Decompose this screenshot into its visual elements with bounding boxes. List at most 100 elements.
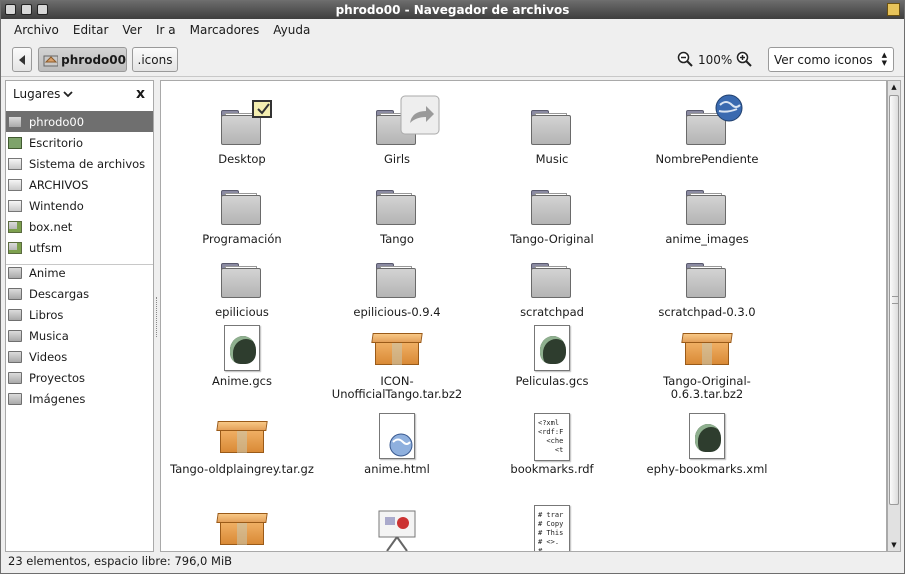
bookmark-item[interactable]: Descargas [6,283,153,304]
file-item[interactable]: Tango-oldplaingrey.tar.gz [167,411,317,476]
bookmark-label: Descargas [29,286,90,301]
text-document-icon: # trar # Copy # This # <>. # [527,503,577,551]
text-preview: <?xml <rdf:F <che <t [538,419,564,454]
file-item[interactable]: Peliculas.gcs [477,323,627,388]
bookmark-item[interactable]: Anime [6,262,153,283]
file-item[interactable]: epilicious [167,254,317,319]
zoom-in-icon[interactable] [736,51,752,67]
place-label: ARCHIVOS [29,177,89,192]
zoom-out-icon[interactable] [677,51,693,67]
shade-button[interactable] [37,4,48,15]
scrollbar-thumb[interactable] [889,95,899,505]
menu-archivo[interactable]: Archivo [7,23,66,37]
status-text: 23 elementos, espacio libre: 796,0 MiB [8,554,233,568]
place-label: box.net [29,219,73,234]
bookmark-item[interactable]: Musica [6,325,153,346]
sidebar-header: Lugares x [6,81,153,107]
spin-arrows-icon: ▲ ▼ [881,51,887,67]
file-name: scratchpad [520,305,584,319]
menu-ir-a[interactable]: Ir a [149,23,183,37]
maximize-button[interactable] [887,3,900,16]
drive-icon [8,157,22,170]
scroll-up-icon[interactable]: ▲ [888,81,900,93]
file-name: anime.html [364,462,430,476]
path-button-home[interactable]: phrodo00 [38,47,127,72]
folder-icon [372,181,422,231]
file-item[interactable] [322,503,472,551]
icon-view[interactable]: Desktop Girls Music NombrePendiente Programa… [160,80,887,552]
bookmark-item[interactable]: Videos [6,346,153,367]
menu-editar[interactable]: Editar [66,23,116,37]
place-item[interactable]: box.net [6,216,153,237]
minimize-button[interactable] [21,4,32,15]
file-item[interactable]: Anime.gcs [167,323,317,388]
path-back-button[interactable] [12,47,32,72]
file-item[interactable]: anime.html [322,411,472,476]
place-item[interactable]: phrodo00 [6,111,153,132]
file-item[interactable]: Tango-Original-0.6.3.tar.bz2 [632,323,782,401]
place-item[interactable]: Wintendo [6,195,153,216]
file-item[interactable]: # trar # Copy # This # <>. # [477,503,627,551]
vertical-scrollbar[interactable]: ▲ ▼ [887,80,901,552]
file-item[interactable]: anime_images [632,181,782,246]
folder-icon [682,94,743,151]
file-item[interactable]: Tango [322,181,472,246]
sidebar-close-button[interactable]: x [136,86,145,102]
place-label: Wintendo [29,198,84,213]
zoom-level[interactable]: 100% [698,53,732,67]
place-item[interactable]: Sistema de archivos [6,153,153,174]
file-item[interactable]: Tango-Original [477,181,627,246]
place-item[interactable]: ARCHIVOS [6,174,153,195]
desktop-icon [8,136,22,149]
menu-marcadores[interactable]: Marcadores [183,23,267,37]
file-name: Programación [202,232,282,246]
place-item[interactable]: Escritorio [6,132,153,153]
window-menu-button[interactable] [5,4,16,15]
archive-box-icon [681,323,733,373]
bookmark-label: Videos [29,349,68,364]
file-name: Tango-Original [510,232,594,246]
file-name: anime_images [665,232,749,246]
view-mode-select[interactable]: Ver como iconos ▲ ▼ [768,47,894,72]
bookmark-label: Libros [29,307,64,322]
bookmarks-list: Anime Descargas Libros Musica Videos Proyecto… [6,262,153,409]
menu-ver[interactable]: Ver [115,23,149,37]
folder-icon [8,266,22,279]
sidebar: Lugares x phrodo00 Escritorio Sistema de a… [5,80,154,552]
chevron-down-icon[interactable] [63,90,73,98]
archive-box-icon [371,323,423,373]
scroll-down-icon[interactable]: ▼ [888,539,900,551]
folder-icon [217,181,267,231]
file-item[interactable]: scratchpad [477,254,627,319]
folder-icon [372,254,422,304]
note-emblem-icon [252,100,272,118]
place-label: phrodo00 [29,114,85,129]
file-item[interactable] [167,503,317,551]
title-bar[interactable]: phrodo00 - Navegador de archivos [1,1,904,19]
file-item[interactable]: Desktop [167,100,317,166]
file-name: Tango-oldplaingrey.tar.gz [170,462,314,476]
file-item[interactable]: ephy-bookmarks.xml [632,411,782,476]
bookmark-item[interactable]: Libros [6,304,153,325]
sidebar-mode-select[interactable]: Lugares [13,87,60,101]
bookmark-item[interactable]: Imágenes [6,388,153,409]
folder-icon [527,101,577,151]
path-button-current[interactable]: .icons [132,47,178,72]
file-item[interactable]: <?xml <rdf:F <che <t bookmarks.rdf [477,411,627,476]
file-manager-window: phrodo00 - Navegador de archivos Archivo… [0,0,905,574]
bookmark-item[interactable]: Proyectos [6,367,153,388]
file-item[interactable]: Music [477,101,627,166]
status-bar: 23 elementos, espacio libre: 796,0 MiB [1,553,904,573]
file-item[interactable]: NombrePendiente [632,94,782,166]
network-folder-icon [8,241,22,254]
file-item[interactable]: scratchpad-0.3.0 [632,254,782,319]
file-item[interactable]: Programación [167,181,317,246]
file-name: bookmarks.rdf [510,462,594,476]
bookmark-label: Musica [29,328,69,343]
place-item[interactable]: utfsm [6,237,153,258]
file-item[interactable]: ICON-UnofficialTango.tar.bz2 [322,323,472,401]
folder-icon [527,181,577,231]
file-item[interactable]: epilicious-0.9.4 [322,254,472,319]
file-item[interactable]: Girls [322,95,472,166]
menu-ayuda[interactable]: Ayuda [266,23,317,37]
